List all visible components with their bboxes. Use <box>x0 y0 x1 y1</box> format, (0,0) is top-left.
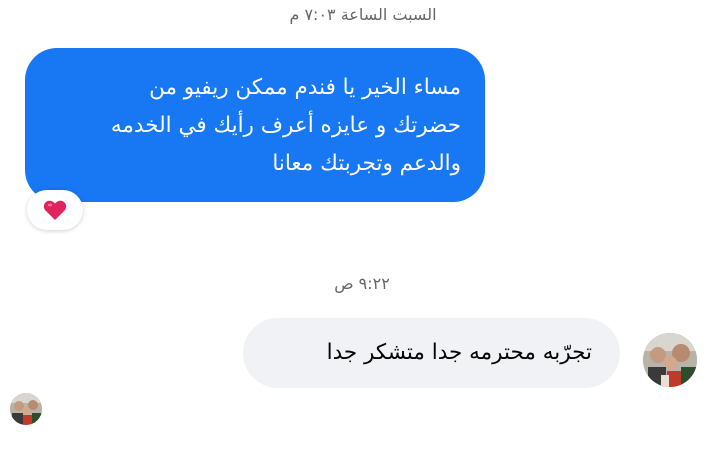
message-timestamp: السبت الساعة ٧:٠٣ م <box>289 5 437 24</box>
message-line: مساء الخير يا فندم ممكن ريفيو من <box>149 75 461 100</box>
message-reaction[interactable] <box>27 190 83 230</box>
contact-avatar[interactable] <box>643 333 697 387</box>
outgoing-message-bubble[interactable]: مساء الخير يا فندم ممكن ريفيو من حضرتك و… <box>25 48 485 202</box>
avatar-photo <box>10 393 42 425</box>
message-line: حضرتك و عايزه أعرف رأيك في الخدمه <box>110 113 461 138</box>
message-timestamp: ٩:٢٢ ص <box>334 274 390 293</box>
avatar-photo <box>643 333 697 387</box>
message-line: والدعم وتجربتك معانا <box>272 151 461 176</box>
seen-indicator-avatar <box>10 393 42 425</box>
heart-icon <box>43 200 67 220</box>
incoming-message-bubble[interactable]: تجرّبه محترمه جدا متشكر جدا <box>243 318 620 388</box>
